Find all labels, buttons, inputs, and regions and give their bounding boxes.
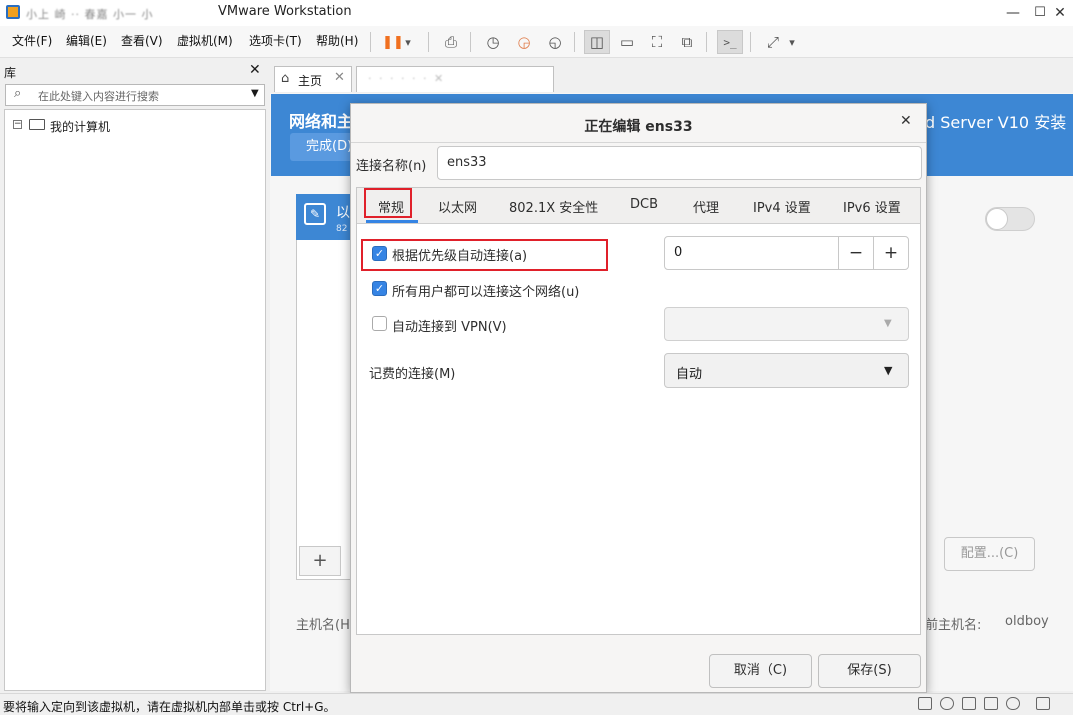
network-adapter-icon[interactable] xyxy=(962,697,976,710)
tab-ipv4-settings[interactable]: IPv4 设置 xyxy=(753,197,811,216)
menu-edit[interactable]: 编辑(E) xyxy=(66,32,107,49)
tab-ethernet[interactable]: 以太网 xyxy=(438,197,477,216)
fullscreen-icon[interactable]: ⛶ xyxy=(644,30,670,54)
dialog-divider xyxy=(351,142,926,143)
network-device-list xyxy=(296,194,356,580)
toolbar-separator xyxy=(574,32,575,52)
home-icon: ⌂ xyxy=(281,71,290,86)
save-button[interactable]: 保存(S) xyxy=(818,654,921,688)
library-title: 库 xyxy=(4,66,17,80)
window-title-prefix: 小上 崎 ·· 春嘉 小一 小 xyxy=(26,8,154,20)
library-tree xyxy=(4,109,266,691)
add-device-button[interactable]: + xyxy=(299,546,341,576)
library-search-placeholder: 在此处键入内容进行搜索 xyxy=(38,90,159,103)
thumbnail-bar-icon[interactable]: ▭ xyxy=(614,30,640,54)
power-dropdown-icon[interactable]: ▾ xyxy=(400,30,416,54)
show-library-icon[interactable]: ◫ xyxy=(584,30,610,54)
console-view-icon[interactable]: >_ xyxy=(717,30,743,54)
toggle-knob xyxy=(986,208,1008,230)
network-device-label: 以 xyxy=(336,205,350,221)
cd-dvd-icon[interactable] xyxy=(940,697,954,710)
toolbar-separator xyxy=(428,32,429,52)
tree-item-my-computer[interactable]: 我的计算机 xyxy=(50,118,110,135)
tab-proxy[interactable]: 代理 xyxy=(693,197,719,216)
auto-vpn-checkbox[interactable] xyxy=(372,316,387,331)
menu-vm[interactable]: 虚拟机(M) xyxy=(177,32,233,49)
toolbar-separator xyxy=(370,32,371,52)
unity-icon[interactable]: ⧉ xyxy=(674,30,700,54)
tab-home-close-icon[interactable]: ✕ xyxy=(334,70,345,85)
toolbar-separator xyxy=(750,32,751,52)
installer-product-title: d Server V10 安装 xyxy=(925,113,1067,132)
metered-dropdown-icon: ▼ xyxy=(884,364,893,377)
current-hostname-value: oldboy xyxy=(1005,614,1049,629)
menu-help[interactable]: 帮助(H) xyxy=(316,32,358,49)
active-tab-indicator xyxy=(366,220,418,223)
highlight-box-auto-connect xyxy=(361,239,608,271)
status-text: 要将输入定向到该虚拟机，请在虚拟机内部单击或按 Ctrl+G。 xyxy=(3,700,336,714)
hard-disk-icon[interactable] xyxy=(918,697,932,710)
tree-collapse-icon[interactable]: − xyxy=(13,120,22,129)
connection-name-label: 连接名称(n) xyxy=(356,159,427,174)
tab-ipv6-settings[interactable]: IPv6 设置 xyxy=(843,197,901,216)
tab-vm-label: · ‧ · · · · ✕ xyxy=(368,72,446,85)
priority-increase-button[interactable]: + xyxy=(873,237,908,269)
vmware-app-icon xyxy=(6,5,20,19)
current-hostname-label: 前主机名: xyxy=(925,618,982,633)
installer-page-title: 网络和主 xyxy=(289,112,354,131)
vpn-select[interactable] xyxy=(664,307,909,341)
network-device-sublabel: 82 xyxy=(336,224,348,234)
library-search-dropdown-icon[interactable]: ▼ xyxy=(251,88,259,99)
all-users-checkbox[interactable]: ✓ xyxy=(372,281,387,296)
auto-vpn-label: 自动连接到 VPN(V) xyxy=(392,320,507,335)
priority-value[interactable]: 0 xyxy=(674,245,682,260)
usb-icon[interactable] xyxy=(984,697,998,710)
tab-home-label: 主页 xyxy=(298,74,323,88)
library-close-icon[interactable]: ✕ xyxy=(249,62,261,78)
metered-label: 记费的连接(M) xyxy=(369,367,456,382)
computer-icon xyxy=(29,119,45,130)
menu-file[interactable]: 文件(F) xyxy=(12,32,52,49)
library-header xyxy=(0,60,266,82)
dialog-close-icon[interactable]: ✕ xyxy=(900,113,912,129)
sound-icon[interactable] xyxy=(1006,697,1020,710)
window-title: VMware Workstation xyxy=(218,4,352,19)
all-users-label: 所有用户都可以连接这个网络(u) xyxy=(392,285,580,300)
dialog-title: 正在编辑 ens33 xyxy=(584,119,693,135)
cancel-button[interactable]: 取消（C) xyxy=(709,654,812,688)
menu-view[interactable]: 查看(V) xyxy=(121,32,163,49)
close-window-button[interactable]: ✕ xyxy=(1040,0,1073,26)
installer-done-button[interactable]: 完成(D) xyxy=(290,133,354,161)
message-log-icon[interactable] xyxy=(1036,697,1050,710)
stretch-dropdown-icon[interactable]: ▾ xyxy=(784,30,800,54)
priority-decrease-button[interactable]: − xyxy=(838,237,873,269)
search-icon: ⌕ xyxy=(14,86,22,101)
stretch-guest-icon[interactable]: ⤢ xyxy=(760,30,786,54)
revert-snapshot-icon[interactable]: ◶ xyxy=(511,30,537,54)
manage-snapshots-icon[interactable]: ◵ xyxy=(542,30,568,54)
configure-button[interactable]: 配置...(C) xyxy=(944,537,1035,571)
toolbar-separator xyxy=(706,32,707,52)
highlight-box-general-tab xyxy=(364,188,412,218)
network-device-icon: ✎ xyxy=(304,203,326,225)
metered-value: 自动 xyxy=(676,367,703,382)
connection-name-input[interactable]: ens33 xyxy=(437,146,922,180)
tab-8021x-security[interactable]: 802.1X 安全性 xyxy=(509,197,598,216)
toolbar-separator xyxy=(470,32,471,52)
tab-dcb[interactable]: DCB xyxy=(630,197,658,212)
hostname-label: 主机名(H xyxy=(296,618,350,633)
vpn-dropdown-icon: ▼ xyxy=(884,318,892,329)
snapshot-icon[interactable]: ◷ xyxy=(480,30,506,54)
send-ctrl-alt-del-icon[interactable]: ⎙ xyxy=(438,30,464,54)
menu-tabs[interactable]: 选项卡(T) xyxy=(249,32,302,49)
